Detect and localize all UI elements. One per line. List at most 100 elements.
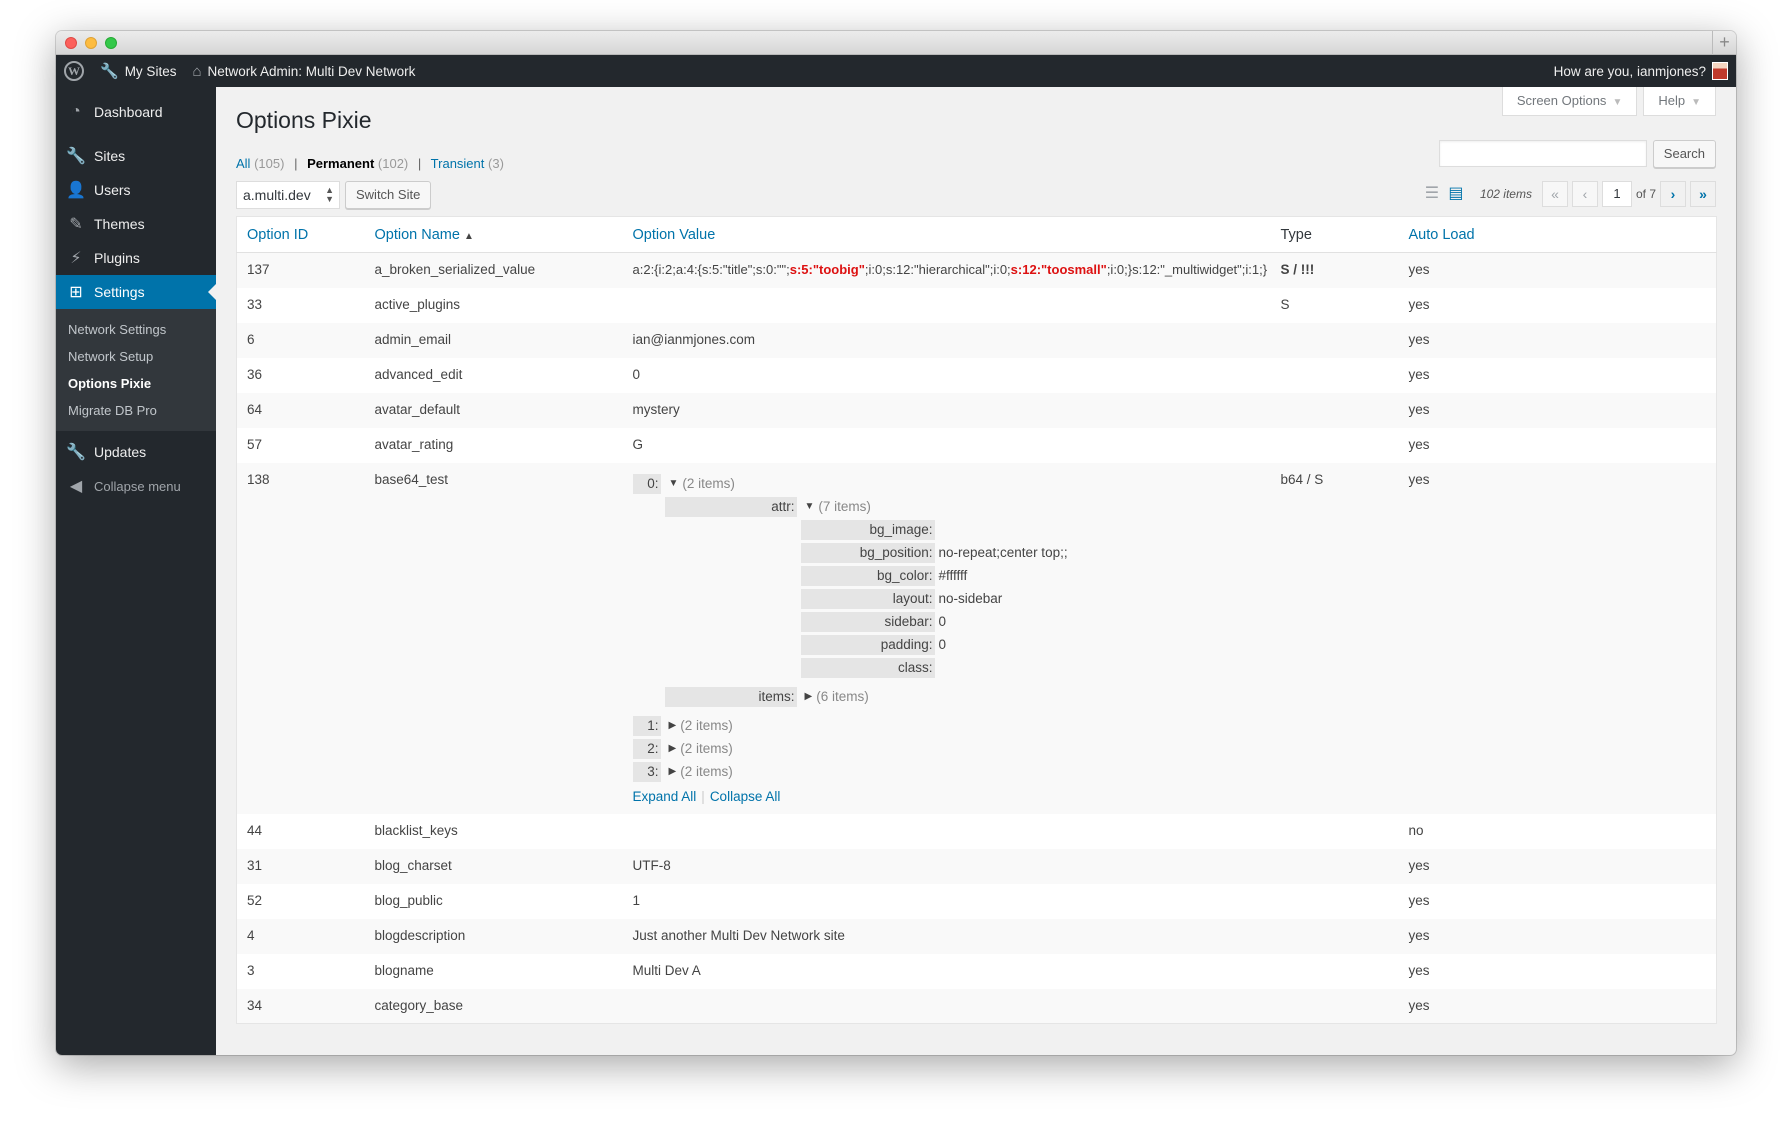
submenu-network-setup[interactable]: Network Setup xyxy=(56,343,216,370)
cell-option-id: 3 xyxy=(247,962,255,978)
column-label: Option Name xyxy=(374,226,460,243)
excerpt-view-icon[interactable]: ▤ xyxy=(1446,184,1466,204)
last-page-button[interactable]: » xyxy=(1690,181,1716,207)
expand-all-link[interactable]: Expand All xyxy=(633,789,697,804)
cell-option-id: 138 xyxy=(236,462,365,814)
submenu-migrate-db-pro[interactable]: Migrate DB Pro xyxy=(56,397,216,424)
minimize-window-button[interactable] xyxy=(85,37,97,49)
column-option-value[interactable]: Option Value xyxy=(622,216,1271,253)
cell-option-name: active_plugins xyxy=(374,296,461,312)
cell-option-value: Multi Dev A xyxy=(632,962,701,978)
sidebar-item-updates[interactable]: 🔧 Updates xyxy=(56,435,216,469)
network-admin-label: Network Admin: Multi Dev Network xyxy=(207,63,416,79)
collapsed-arrow-icon[interactable]: ▶ xyxy=(669,717,677,735)
tree-key: 1: xyxy=(632,715,661,736)
new-tab-button[interactable]: + xyxy=(1712,31,1736,55)
filter-permanent-label: Permanent xyxy=(307,156,375,171)
account-menu[interactable]: How are you, ianmjones? xyxy=(1554,62,1736,80)
column-auto-load[interactable]: Auto Load xyxy=(1398,216,1717,253)
cell-autoload: no xyxy=(1408,822,1424,838)
tree-key: attr: xyxy=(664,496,797,517)
close-window-button[interactable] xyxy=(65,37,77,49)
table-row[interactable]: 33 active_plugins S yes xyxy=(237,288,1717,323)
cell-option-id: 52 xyxy=(247,892,263,908)
page-title: Options Pixie xyxy=(236,107,372,133)
table-row[interactable]: 44 blacklist_keys no xyxy=(237,814,1717,849)
filter-permanent[interactable]: Permanent (102) xyxy=(307,156,408,171)
current-page-input[interactable]: 1 xyxy=(1601,181,1632,207)
filter-all-label: All xyxy=(236,156,251,171)
screen-options-button[interactable]: Screen Options ▼ xyxy=(1501,87,1638,116)
tree-count: (2 items) xyxy=(680,717,733,733)
collapse-all-link[interactable]: Collapse All xyxy=(710,789,781,804)
tree-node[interactable]: attr: ▼ (7 items) xyxy=(664,496,1261,517)
sidebar-item-themes[interactable]: ✎ Themes xyxy=(56,207,216,241)
submenu-network-settings[interactable]: Network Settings xyxy=(56,316,216,343)
table-row[interactable]: 3 blogname Multi Dev A yes xyxy=(237,954,1717,989)
table-row[interactable]: 31 blog_charset UTF-8 yes xyxy=(236,848,1717,884)
table-row[interactable]: 138 base64_test 0: ▼ (2 items) attr: ▼ (… xyxy=(236,462,1717,814)
help-button[interactable]: Help ▼ xyxy=(1643,87,1716,116)
tree-node[interactable]: 3: ▶ (2 items) xyxy=(632,761,1261,782)
sidebar-item-dashboard[interactable]: ◔ Dashboard xyxy=(56,95,216,129)
column-option-id[interactable]: Option ID xyxy=(236,216,365,253)
cell-type: S xyxy=(1280,296,1290,312)
browser-window: + W 🔧 My Sites ⌂ Network Admin: Multi De… xyxy=(56,31,1736,1055)
tree-node[interactable]: 2: ▶ (2 items) xyxy=(632,738,1261,759)
cell-type: b64 / S xyxy=(1270,462,1399,814)
sort-ascending-icon: ▲ xyxy=(463,230,474,242)
value-error-part: s:12:"toosmall" xyxy=(1010,262,1107,277)
collapsed-arrow-icon[interactable]: ▶ xyxy=(669,763,677,781)
search-button[interactable]: Search xyxy=(1652,140,1716,168)
avatar xyxy=(1712,62,1728,80)
column-label: Option Value xyxy=(632,226,716,243)
cell-option-value: 0 xyxy=(632,366,641,382)
network-admin-menu[interactable]: ⌂ Network Admin: Multi Dev Network xyxy=(184,55,423,87)
tree-node[interactable]: 0: ▼ (2 items) xyxy=(632,473,1261,494)
column-option-name[interactable]: Option Name ▲ xyxy=(364,216,623,253)
tree-count: (2 items) xyxy=(680,763,733,779)
pagination: ☰ ▤ 102 items « ‹ 1 of 7 › » xyxy=(1422,181,1716,207)
filter-all[interactable]: All (105) xyxy=(236,156,284,171)
cell-option-value: UTF-8 xyxy=(622,848,1271,884)
table-row[interactable]: 34 category_base yes xyxy=(236,988,1717,1024)
wordpress-logo-menu[interactable]: W xyxy=(56,55,92,87)
filter-transient[interactable]: Transient (3) xyxy=(431,156,504,171)
list-view-icon[interactable]: ☰ xyxy=(1422,184,1442,204)
tree-leaf: sidebar: 0 xyxy=(800,611,1261,632)
collapsed-arrow-icon[interactable]: ▶ xyxy=(669,740,677,758)
table-row[interactable]: 52 blog_public 1 yes xyxy=(237,884,1717,919)
switch-site-button[interactable]: Switch Site xyxy=(345,181,432,209)
table-row[interactable]: 57 avatar_rating G yes xyxy=(237,428,1717,463)
cell-autoload: yes xyxy=(1408,892,1430,908)
my-sites-menu[interactable]: 🔧 My Sites xyxy=(92,55,184,87)
collapse-menu-button[interactable]: ◀ Collapse menu xyxy=(56,469,216,503)
sidebar-item-label: Settings xyxy=(94,284,145,300)
filter-separator: | xyxy=(417,156,422,171)
table-row[interactable]: 6 admin_email ian@ianmjones.com yes xyxy=(236,322,1717,358)
sidebar-item-settings[interactable]: ⊞ Settings xyxy=(56,275,216,309)
cell-option-id: 57 xyxy=(247,436,263,452)
cell-option-name: advanced_edit xyxy=(374,366,463,382)
sidebar-item-sites[interactable]: 🔧 Sites xyxy=(56,139,216,173)
tree-key: padding: xyxy=(800,634,935,655)
expanded-arrow-icon[interactable]: ▼ xyxy=(805,498,815,516)
table-row[interactable]: 4 blogdescription Just another Multi Dev… xyxy=(236,918,1717,954)
table-row[interactable]: 64 avatar_default mystery yes xyxy=(236,392,1717,428)
sidebar-item-plugins[interactable]: ⚡ Plugins xyxy=(56,241,216,275)
value-part: a:2:{i:2;a:4:{s:5:"title";s:0:""; xyxy=(632,262,790,277)
tree-node[interactable]: 1: ▶ (2 items) xyxy=(632,715,1261,736)
submenu-options-pixie[interactable]: Options Pixie xyxy=(56,370,216,397)
screen-meta-links: Screen Options ▼ Help ▼ xyxy=(1501,87,1716,116)
table-row[interactable]: 137 a_broken_serialized_value a:2:{i:2;a… xyxy=(236,252,1717,288)
site-select[interactable]: a.multi.dev ▲ ▼ xyxy=(236,181,340,209)
collapsed-arrow-icon[interactable]: ▶ xyxy=(805,688,813,706)
table-row[interactable]: 36 advanced_edit 0 yes xyxy=(237,358,1717,393)
tree-node[interactable]: items: ▶ (6 items) xyxy=(664,686,1261,707)
column-label: Auto Load xyxy=(1408,226,1475,243)
search-input[interactable] xyxy=(1438,140,1647,167)
sidebar-item-users[interactable]: 👤 Users xyxy=(56,173,216,207)
maximize-window-button[interactable] xyxy=(105,37,117,49)
expanded-arrow-icon[interactable]: ▼ xyxy=(669,475,679,493)
next-page-button[interactable]: › xyxy=(1660,181,1686,207)
